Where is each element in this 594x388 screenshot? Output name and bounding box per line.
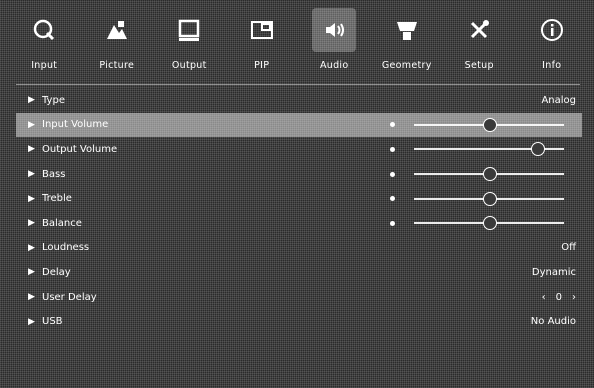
row-label: USB	[42, 316, 63, 328]
tab-label: Output	[171, 60, 207, 71]
tab-info[interactable]: Info	[516, 4, 589, 80]
row-arrow-icon: ▶	[28, 292, 35, 303]
row-arrow-icon: ▶	[28, 267, 35, 278]
input-volume-slider[interactable]	[414, 117, 564, 132]
slider-knob[interactable]	[483, 167, 497, 182]
tab-pip[interactable]: PIP	[226, 4, 299, 80]
slider-knob[interactable]	[483, 216, 497, 231]
row-arrow-icon: ▶	[28, 95, 35, 106]
increment-button[interactable]: ›	[572, 292, 576, 303]
row-balance[interactable]: ▶ Balance	[16, 211, 582, 236]
header-divider	[16, 84, 580, 85]
row-arrow-icon: ▶	[28, 144, 35, 155]
tab-picture[interactable]: Picture	[81, 4, 154, 80]
treble-slider[interactable]	[414, 191, 564, 206]
indicator-dot	[390, 171, 395, 177]
tab-bar: Input Picture Output PIP Audio Geometry …	[8, 4, 588, 80]
row-arrow-icon: ▶	[28, 316, 35, 327]
row-label: Bass	[42, 168, 66, 180]
type-value: Analog	[541, 94, 576, 106]
user-delay-value: 0	[555, 291, 562, 303]
slider-knob[interactable]	[531, 142, 545, 157]
audio-settings-window: Input Picture Output PIP Audio Geometry …	[0, 0, 594, 388]
row-type[interactable]: ▶ Type Analog	[16, 88, 582, 113]
slider-knob[interactable]	[483, 117, 497, 132]
input-icon	[22, 8, 66, 52]
bass-slider[interactable]	[414, 167, 564, 182]
row-label: Loudness	[42, 242, 90, 254]
row-arrow-icon: ▶	[28, 193, 35, 204]
loudness-value: Off	[561, 242, 576, 254]
row-usb[interactable]: ▶ USB No Audio	[16, 309, 582, 334]
tab-audio[interactable]: Audio	[298, 4, 371, 80]
row-arrow-icon: ▶	[28, 169, 35, 180]
indicator-dot	[390, 146, 395, 152]
row-arrow-icon: ▶	[28, 119, 35, 130]
row-output-volume[interactable]: ▶ Output Volume	[16, 137, 582, 162]
row-label: Input Volume	[42, 119, 109, 131]
indicator-dot	[390, 122, 395, 128]
audio-icon	[312, 8, 357, 52]
pip-icon	[240, 8, 284, 52]
row-label: Type	[42, 94, 65, 106]
settings-list: ▶ Type Analog ▶ Input Volume ▶ Output Vo…	[16, 88, 582, 334]
tab-label: Setup	[464, 60, 494, 71]
output-icon	[167, 8, 211, 52]
row-label: Delay	[42, 266, 71, 278]
row-user-delay[interactable]: ▶ User Delay ‹ 0 ›	[16, 285, 582, 310]
usb-value: No Audio	[530, 316, 576, 328]
balance-slider[interactable]	[414, 216, 564, 231]
picture-icon	[95, 8, 139, 52]
row-label: Balance	[42, 217, 82, 229]
row-input-volume[interactable]: ▶ Input Volume	[16, 112, 582, 138]
indicator-dot	[390, 220, 395, 226]
indicator-dot	[390, 196, 395, 202]
row-label: User Delay	[42, 291, 97, 303]
row-label: Output Volume	[42, 143, 118, 155]
tab-geometry[interactable]: Geometry	[371, 4, 444, 80]
tab-label: Info	[542, 60, 562, 71]
tab-label: Audio	[319, 60, 349, 71]
row-label: Treble	[42, 193, 72, 205]
row-arrow-icon: ▶	[28, 242, 35, 253]
user-delay-stepper[interactable]: ‹ 0 ›	[542, 292, 576, 303]
tab-input[interactable]: Input	[8, 4, 81, 80]
tab-label: Input	[31, 60, 58, 71]
row-bass[interactable]: ▶ Bass	[16, 162, 582, 187]
tab-setup[interactable]: Setup	[443, 4, 516, 80]
info-icon	[530, 8, 574, 52]
row-arrow-icon: ▶	[28, 218, 35, 229]
row-loudness[interactable]: ▶ Loudness Off	[16, 236, 582, 261]
tab-output[interactable]: Output	[153, 4, 226, 80]
output-volume-slider[interactable]	[414, 142, 564, 157]
tab-label: Picture	[99, 60, 135, 71]
setup-icon	[457, 8, 501, 52]
row-treble[interactable]: ▶ Treble	[16, 186, 582, 211]
row-delay[interactable]: ▶ Delay Dynamic	[16, 260, 582, 285]
geometry-icon	[385, 8, 429, 52]
delay-value: Dynamic	[531, 266, 576, 278]
slider-knob[interactable]	[483, 191, 497, 206]
decrement-button[interactable]: ‹	[542, 292, 546, 303]
tab-label: Geometry	[381, 60, 432, 71]
tab-label: PIP	[254, 60, 270, 71]
